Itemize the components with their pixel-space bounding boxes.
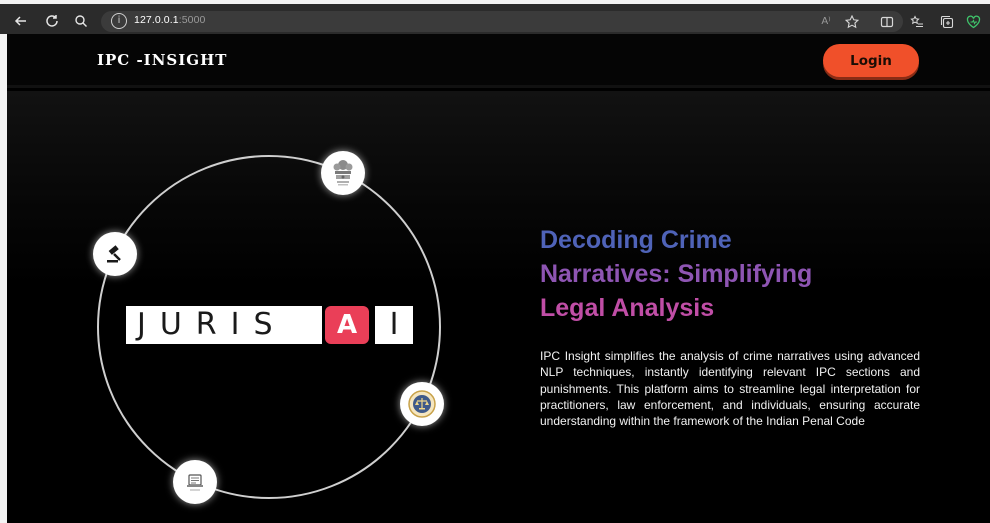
logo-tail-text: I (375, 306, 413, 344)
search-icon[interactable] (70, 10, 92, 32)
site-header: IPC -INSIGHT Login (7, 34, 990, 88)
split-screen-icon[interactable] (876, 12, 898, 32)
favorites-list-icon[interactable] (906, 12, 928, 32)
jurisai-logo: JURIS A I (126, 306, 413, 344)
document-icon (173, 460, 217, 504)
collections-icon[interactable] (936, 12, 958, 32)
browser-essentials-icon[interactable] (962, 12, 984, 32)
read-aloud-icon[interactable]: A⁾ (815, 12, 837, 32)
hero-headline: Decoding Crime Narratives: Simplifying L… (540, 223, 920, 325)
browser-toolbar: i 127.0.0.1:5000 A⁾ (0, 0, 990, 34)
hero-description: IPC Insight simplifies the analysis of c… (540, 349, 920, 429)
logo-main-text: JURIS (126, 306, 322, 344)
favorite-star-icon[interactable] (841, 12, 863, 32)
site-info-icon[interactable]: i (111, 13, 127, 29)
emblem-icon (321, 151, 365, 195)
scales-icon (400, 382, 444, 426)
refresh-icon[interactable] (41, 10, 63, 32)
login-button[interactable]: Login (823, 44, 919, 77)
url-text: 127.0.0.1:5000 (134, 14, 206, 26)
headline-line-3: Legal Analysis (540, 294, 715, 322)
headline-line-1: Decoding Crime (540, 226, 732, 254)
logo-highlight-text: A (325, 306, 369, 344)
page-viewport: IPC -INSIGHT Login JURIS A I Decoding Cr… (7, 34, 990, 523)
headline-line-2: Narratives: Simplifying (540, 260, 813, 288)
address-bar[interactable]: i 127.0.0.1:5000 (101, 11, 903, 32)
gavel-icon (93, 232, 137, 276)
back-icon[interactable] (10, 10, 32, 32)
brand-logo[interactable]: IPC -INSIGHT (97, 51, 227, 69)
